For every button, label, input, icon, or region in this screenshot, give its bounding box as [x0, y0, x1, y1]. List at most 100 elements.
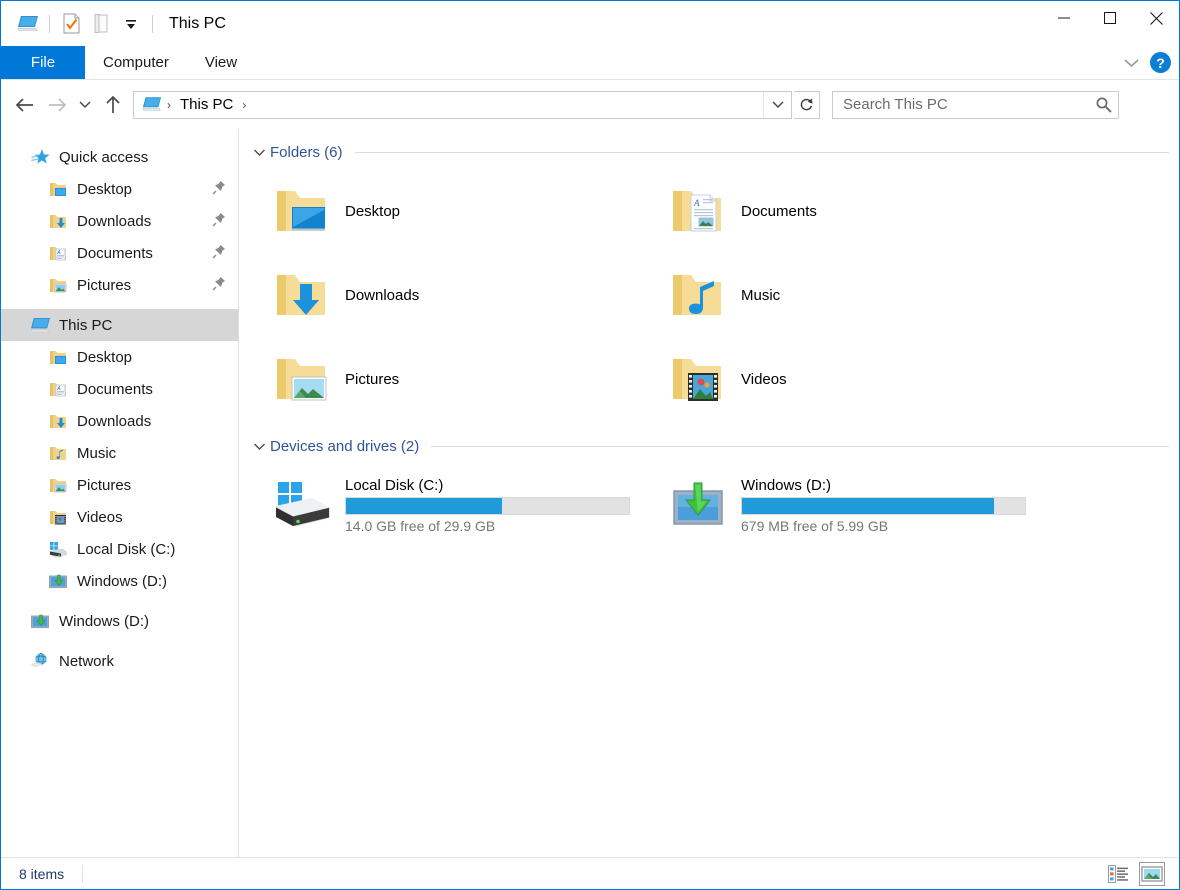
pin-icon[interactable] — [212, 244, 226, 263]
help-button[interactable]: ? — [1150, 52, 1171, 73]
folder-music-icon — [667, 269, 729, 321]
svg-text:A: A — [693, 198, 700, 208]
sidebar-item-label: Quick access — [59, 148, 149, 166]
drive-tile-windows-d[interactable]: Windows (D:) 679 MB free of 5.99 GB — [647, 463, 1043, 547]
this-pc-icon[interactable] — [142, 96, 162, 113]
folder-tile-label: Downloads — [345, 286, 420, 304]
group-title-devices: Devices and drives (2) — [270, 437, 420, 455]
minimize-button[interactable] — [1041, 1, 1087, 35]
sidebar-item-label: Pictures — [77, 476, 132, 494]
drive-name: Local Disk (C:) — [345, 476, 444, 494]
search-icon[interactable] — [1095, 96, 1112, 113]
sidebar-item-documents-qa[interactable]: A Documents — [1, 237, 238, 269]
tab-file-label: File — [30, 54, 56, 71]
sidebar-item-desktop-qa[interactable]: Desktop — [1, 173, 238, 205]
title-bar: This PC — [1, 1, 1179, 46]
breadcrumb-item-this-pc[interactable]: This PC — [176, 96, 237, 113]
local-disk-icon — [271, 480, 333, 530]
sidebar-gap-3 — [1, 637, 238, 645]
recent-locations-button[interactable] — [73, 89, 97, 121]
sidebar-item-pictures[interactable]: Pictures — [1, 469, 238, 501]
folder-desktop-icon — [271, 185, 333, 237]
tab-computer[interactable]: Computer — [85, 46, 187, 79]
properties-icon[interactable] — [56, 11, 86, 37]
navigation-pane[interactable]: Quick access Desktop Downloads A Documen… — [1, 129, 239, 857]
folder-tile-pictures[interactable]: Pictures — [251, 337, 647, 421]
close-button[interactable] — [1133, 1, 1179, 35]
group-header-devices[interactable]: Devices and drives (2) — [251, 433, 1179, 459]
tab-view[interactable]: View — [187, 46, 255, 79]
sidebar-item-label: Local Disk (C:) — [77, 540, 176, 558]
folder-desktop-icon — [47, 179, 69, 199]
drive-tile-local-disk-c[interactable]: Local Disk (C:) 14.0 GB free of 29.9 GB — [251, 463, 647, 547]
sidebar-item-this-pc[interactable]: This PC — [1, 309, 238, 341]
tab-file[interactable]: File — [1, 46, 85, 79]
up-button[interactable] — [97, 89, 129, 121]
network-drive-icon — [29, 611, 51, 631]
this-pc-icon[interactable] — [13, 11, 43, 37]
new-folder-icon[interactable] — [86, 11, 116, 37]
group-divider — [354, 151, 1169, 153]
folder-videos-icon — [667, 353, 729, 405]
sidebar-item-videos[interactable]: Videos — [1, 501, 238, 533]
sidebar-item-local-disk-c[interactable]: Local Disk (C:) — [1, 533, 238, 565]
folder-tile-videos[interactable]: Videos — [647, 337, 1043, 421]
folder-tile-documents[interactable]: A Documents — [647, 169, 1043, 253]
group-header-folders[interactable]: Folders (6) — [251, 139, 1179, 165]
drive-free-space: 14.0 GB free of 29.9 GB — [345, 517, 496, 534]
sidebar-item-quick-access[interactable]: Quick access — [1, 141, 238, 173]
back-button[interactable] — [9, 89, 41, 121]
chevron-down-icon[interactable] — [251, 442, 267, 451]
title-separator — [152, 14, 153, 33]
sidebar-item-downloads-qa[interactable]: Downloads — [1, 205, 238, 237]
drive-free-space: 679 MB free of 5.99 GB — [741, 517, 889, 534]
drive-usage-fill — [346, 497, 502, 514]
breadcrumb-separator-1[interactable]: › — [164, 98, 174, 112]
sidebar-item-label: Music — [77, 444, 117, 462]
sidebar-item-music[interactable]: Music — [1, 437, 238, 469]
drive-info: Local Disk (C:) 14.0 GB free of 29.9 GB — [345, 477, 630, 534]
drives-grid: Local Disk (C:) 14.0 GB free of 29.9 GB — [251, 463, 1179, 547]
drive-usage-bar — [741, 496, 1026, 515]
sidebar-item-network[interactable]: Network — [1, 645, 238, 677]
sidebar-item-label: Windows (D:) — [77, 572, 168, 590]
folder-downloads-icon — [47, 411, 69, 431]
sidebar-item-windows-d[interactable]: Windows (D:) — [1, 605, 238, 637]
folders-grid: Desktop A Documents Downloads Music Pict… — [251, 169, 1179, 421]
folder-tile-label: Desktop — [345, 202, 401, 220]
address-bar: › This PC › — [1, 81, 1179, 128]
sidebar-item-documents[interactable]: A Documents — [1, 373, 238, 405]
pin-icon[interactable] — [212, 276, 226, 295]
breadcrumb-bar[interactable]: › This PC › — [133, 90, 792, 119]
search-box[interactable] — [832, 90, 1119, 119]
quick-access-toolbar: This PC — [1, 11, 226, 37]
sidebar-item-downloads[interactable]: Downloads — [1, 405, 238, 437]
breadcrumb-separator-2[interactable]: › — [239, 98, 249, 112]
pin-icon[interactable] — [212, 212, 226, 231]
ribbon-tab-bar: File Computer View ? — [1, 46, 1179, 80]
folder-documents-icon: A — [667, 185, 729, 237]
folder-tile-downloads[interactable]: Downloads — [251, 253, 647, 337]
folder-tile-desktop[interactable]: Desktop — [251, 169, 647, 253]
chevron-down-icon[interactable] — [251, 148, 267, 157]
customize-dropdown-icon[interactable] — [116, 11, 146, 37]
group-title-folders: Folders (6) — [270, 143, 343, 161]
large-icons-view-button[interactable] — [1139, 861, 1165, 886]
details-view-button[interactable] — [1105, 862, 1131, 886]
network-icon — [29, 651, 51, 671]
sidebar-item-label: Pictures — [77, 276, 132, 294]
expand-ribbon-chevron-icon[interactable] — [1118, 50, 1144, 76]
search-input[interactable] — [843, 96, 1095, 113]
folder-tile-music[interactable]: Music — [647, 253, 1043, 337]
breadcrumb-dropdown-icon[interactable] — [763, 91, 791, 118]
pin-icon[interactable] — [212, 180, 226, 199]
sidebar-item-pictures-qa[interactable]: Pictures — [1, 269, 238, 301]
sidebar-item-desktop[interactable]: Desktop — [1, 341, 238, 373]
file-list-pane[interactable]: Folders (6) Desktop A Documents Download… — [239, 129, 1179, 857]
maximize-button[interactable] — [1087, 1, 1133, 35]
folder-pictures-icon — [47, 275, 69, 295]
sidebar-item-windows-d-child[interactable]: Windows (D:) — [1, 565, 238, 597]
folder-desktop-icon — [47, 347, 69, 367]
refresh-button[interactable] — [794, 90, 820, 119]
